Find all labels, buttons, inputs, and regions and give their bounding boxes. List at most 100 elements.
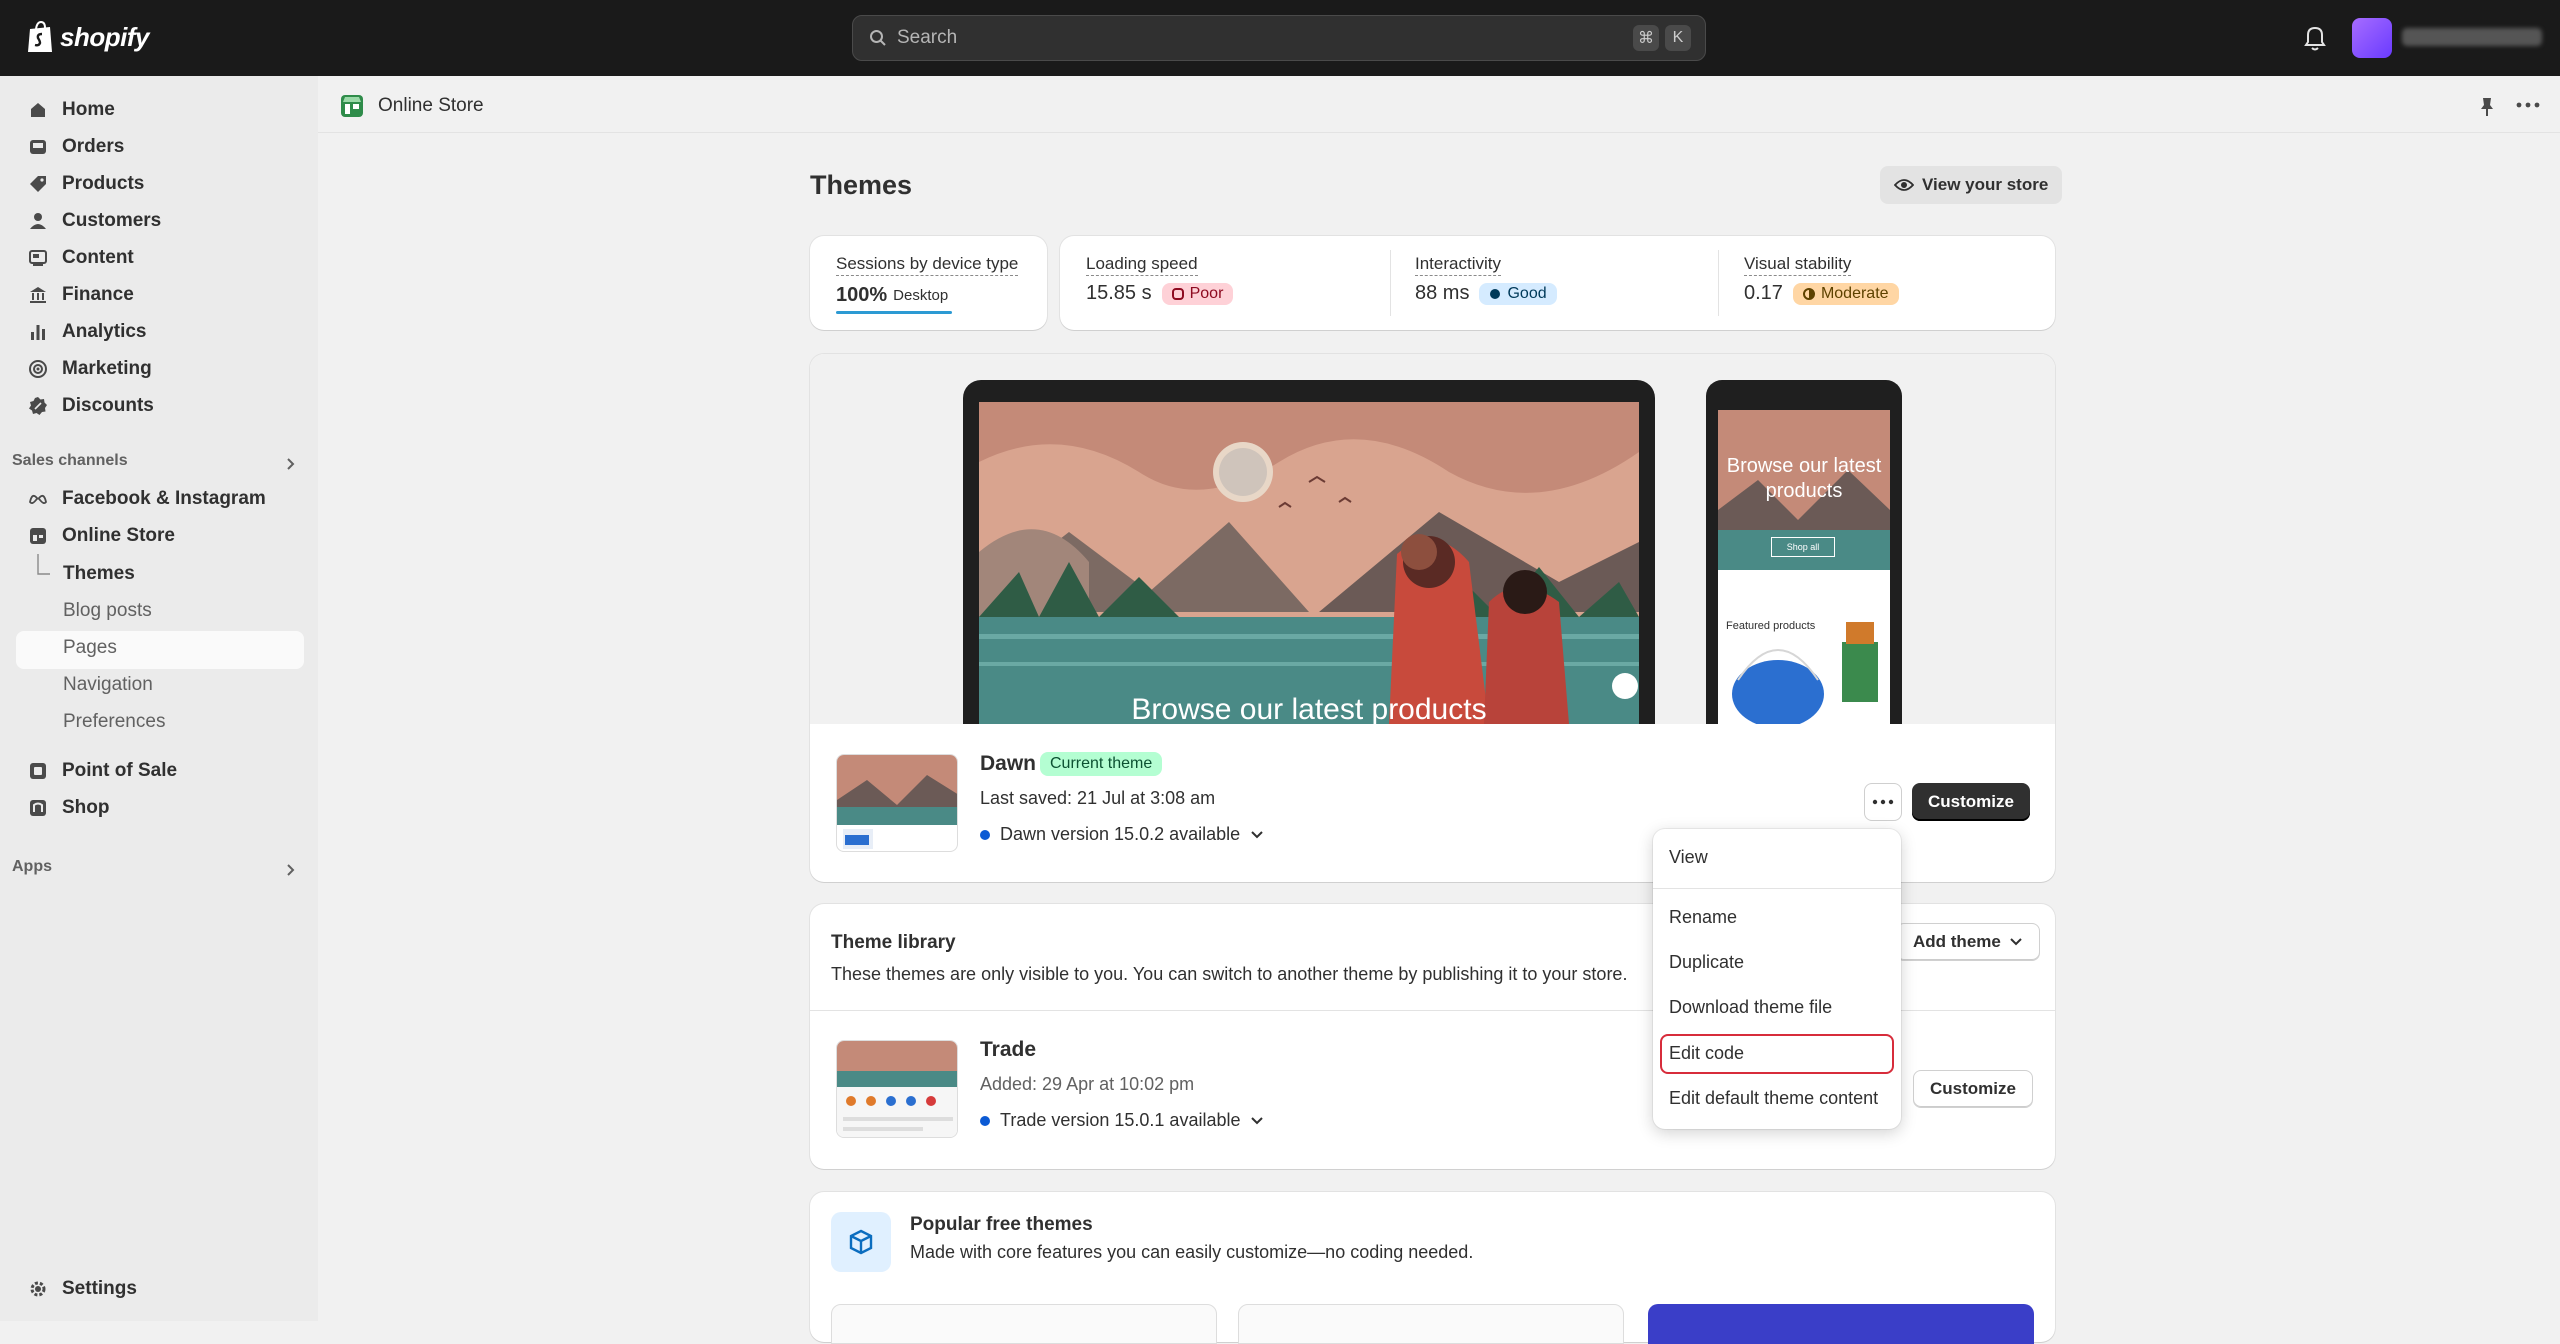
- sidebar-item-online-store[interactable]: Online Store: [28, 519, 175, 553]
- visual-stability-row: 0.17 Moderate: [1744, 282, 1899, 305]
- sidebar-sub-navigation[interactable]: Navigation: [63, 674, 153, 696]
- current-theme-card: Browse our latest products Browse our la…: [810, 354, 2055, 882]
- sidebar-item-label: Customers: [62, 210, 162, 231]
- menu-item-edit-code[interactable]: Edit code: [1669, 1043, 1744, 1064]
- good-badge-label: Good: [1507, 284, 1547, 302]
- customize-current-theme-button[interactable]: Customize: [1912, 783, 2030, 821]
- tree-connector: [37, 554, 50, 575]
- sessions-card[interactable]: Sessions by device type 100% Desktop: [810, 236, 1047, 330]
- popular-themes-subtitle: Made with core features you can easily c…: [910, 1242, 1474, 1262]
- account-name-blurred[interactable]: [2402, 28, 2542, 46]
- menu-item-duplicate[interactable]: Duplicate: [1669, 952, 1744, 973]
- sidebar-item-facebook-instagram[interactable]: Facebook & Instagram: [28, 482, 266, 516]
- sidebar-item-themes-selected[interactable]: [16, 631, 304, 669]
- sidebar-item-finance[interactable]: Finance: [28, 278, 134, 312]
- loading-speed-label[interactable]: Loading speed: [1086, 254, 1198, 276]
- more-horizontal-icon[interactable]: [2516, 100, 2540, 110]
- sidebar-item-customers[interactable]: Customers: [28, 204, 161, 238]
- view-store-button[interactable]: View your store: [1880, 166, 2063, 204]
- sidebar-item-label: Content: [62, 247, 134, 268]
- sidebar-item-discounts[interactable]: Discounts: [28, 389, 154, 423]
- theme-store-icon: [831, 1212, 891, 1272]
- sidebar-item-analytics[interactable]: Analytics: [28, 315, 146, 349]
- search-input[interactable]: Search ⌘ K: [852, 15, 1706, 61]
- content-icon: [29, 250, 47, 266]
- chevron-down-icon: [1251, 830, 1263, 838]
- dawn-theme-name: Dawn: [980, 752, 1037, 775]
- apps-heading: Apps: [12, 858, 52, 875]
- sessions-device: Desktop: [893, 287, 949, 304]
- breadcrumb-label[interactable]: Online Store: [378, 95, 484, 117]
- chevron-right-icon[interactable]: [282, 456, 298, 472]
- chevron-right-icon[interactable]: [282, 862, 298, 878]
- sidebar-item-label: Home: [62, 99, 115, 120]
- mobile-shop-all-button: Shop all: [1771, 537, 1835, 557]
- trade-version-label: Trade version 15.0.1 available: [1000, 1110, 1241, 1130]
- popular-theme-preview-2[interactable]: [1238, 1304, 1624, 1344]
- dawn-thumbnail[interactable]: [836, 754, 958, 852]
- sidebar-item-products[interactable]: Products: [28, 167, 144, 201]
- sessions-value-row: 100% Desktop: [836, 284, 948, 307]
- shortcut-cmd-key: ⌘: [1633, 25, 1659, 51]
- trade-version-row[interactable]: Trade version 15.0.1 available: [980, 1110, 1264, 1131]
- trade-thumbnail[interactable]: [836, 1040, 958, 1138]
- sidebar-sub-blog-posts[interactable]: Blog posts: [63, 600, 152, 622]
- sidebar-item-content[interactable]: Content: [28, 241, 134, 275]
- visual-stability-label[interactable]: Visual stability: [1744, 254, 1852, 276]
- mobile-hero-headline: Browse our latest products: [1726, 455, 1882, 502]
- loading-speed-value: 15.85 s: [1086, 282, 1152, 304]
- interactivity-label[interactable]: Interactivity: [1415, 254, 1501, 276]
- sidebar-item-marketing[interactable]: Marketing: [28, 352, 152, 386]
- dawn-version-row[interactable]: Dawn version 15.0.2 available: [980, 824, 1264, 845]
- cube-icon: [849, 1229, 873, 1255]
- menu-item-view[interactable]: View: [1669, 847, 1708, 868]
- metric-divider: [1390, 250, 1391, 316]
- sidebar-item-label: Analytics: [62, 321, 147, 342]
- sidebar-item-label: Shop: [62, 797, 110, 818]
- sidebar-item-settings[interactable]: Settings: [28, 1272, 137, 1306]
- sidebar-sub-preferences[interactable]: Preferences: [63, 711, 165, 733]
- sessions-bar: [836, 311, 952, 314]
- moderate-badge: Moderate: [1792, 282, 1899, 305]
- menu-item-download-theme-file[interactable]: Download theme file: [1669, 997, 1832, 1018]
- customize-trade-button[interactable]: Customize: [1913, 1070, 2033, 1108]
- theme-library-subtitle: These themes are only visible to you. Yo…: [831, 964, 1628, 984]
- sidebar-item-label: Online Store: [62, 525, 175, 546]
- meta-icon: [29, 494, 47, 505]
- sidebar-sub-pages[interactable]: Pages: [63, 637, 117, 659]
- notification-bell-icon[interactable]: [2302, 24, 2328, 52]
- pin-icon[interactable]: [2478, 96, 2496, 118]
- menu-item-edit-default-theme-content[interactable]: Edit default theme content: [1669, 1088, 1878, 1109]
- sidebar-item-home[interactable]: Home: [28, 93, 115, 127]
- sidebar-item-label: Orders: [62, 136, 125, 157]
- shopify-bag-icon: [28, 20, 52, 52]
- update-dot-icon: [980, 1115, 990, 1126]
- top-bar: shopify Search ⌘ K: [0, 0, 2560, 76]
- sidebar-item-point-of-sale[interactable]: Point of Sale: [28, 754, 177, 788]
- popular-theme-preview-1[interactable]: [831, 1304, 1217, 1344]
- sidebar-item-orders[interactable]: Orders: [28, 130, 124, 164]
- menu-separator: [1653, 888, 1901, 889]
- shopify-logo[interactable]: shopify: [26, 20, 149, 54]
- menu-item-rename[interactable]: Rename: [1669, 907, 1737, 928]
- bar-chart-icon: [31, 325, 45, 340]
- sidebar-item-shop[interactable]: Shop: [28, 791, 110, 825]
- sidebar-sub-themes[interactable]: Themes: [63, 563, 135, 585]
- moderate-status-icon: [1802, 287, 1815, 300]
- visual-stability-value: 0.17: [1744, 282, 1783, 304]
- add-theme-button[interactable]: Add theme: [1896, 923, 2040, 961]
- popular-theme-preview-3[interactable]: [1648, 1304, 2034, 1344]
- account-avatar[interactable]: [2352, 18, 2392, 58]
- desktop-preview-frame[interactable]: Browse our latest products: [963, 380, 1655, 724]
- dawn-thumbnail-image: [837, 755, 957, 849]
- current-theme-badge: Current theme: [1040, 752, 1163, 776]
- interactivity-value: 88 ms: [1415, 282, 1470, 304]
- chevron-down-icon: [2010, 938, 2022, 946]
- sidebar-item-label: Facebook & Instagram: [62, 488, 266, 509]
- theme-actions-button[interactable]: [1864, 783, 1902, 821]
- mobile-preview-frame[interactable]: Browse our latest products Shop all Feat…: [1706, 380, 1902, 724]
- eye-icon: [1894, 179, 1914, 191]
- sales-channels-heading: Sales channels: [12, 452, 128, 469]
- moderate-badge-label: Moderate: [1820, 284, 1889, 302]
- discount-icon: [29, 397, 47, 415]
